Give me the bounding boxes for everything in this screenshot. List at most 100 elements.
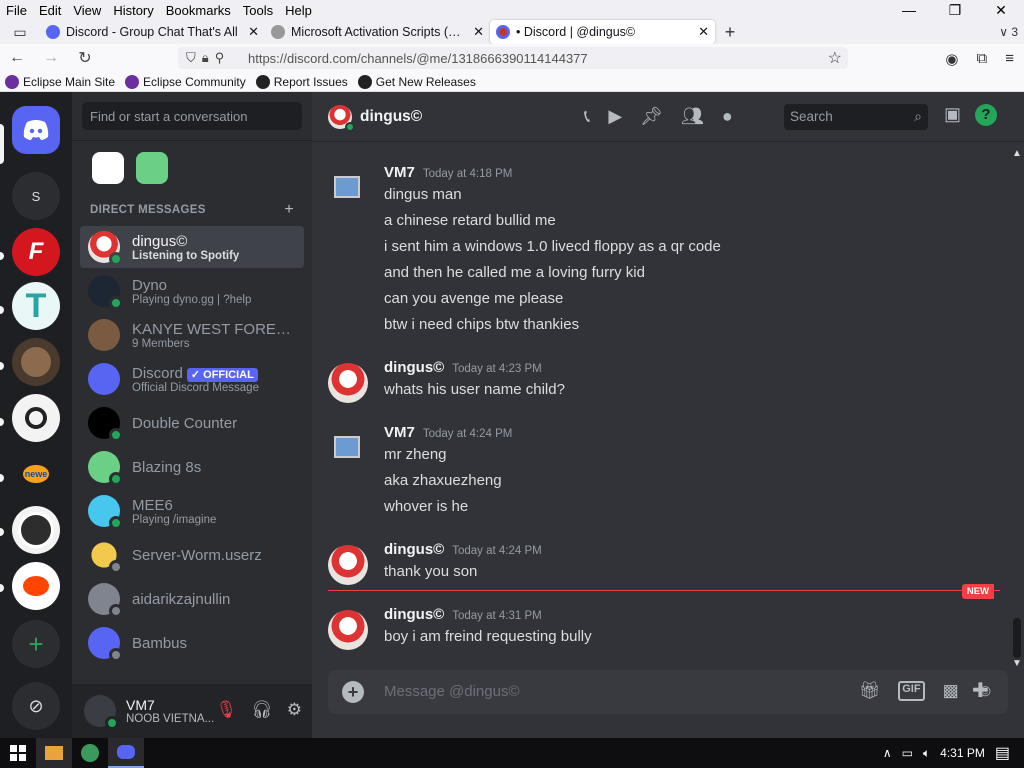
tab-discord-group-chat[interactable]: Discord - Group Chat That's All ✕ [40,20,265,44]
sticker-icon[interactable]: ▩ [943,681,959,701]
add-friends-icon[interactable]: 👥︎ [681,106,704,127]
inbox-icon[interactable]: ▣ [944,104,961,126]
dm-item-blazing-8s[interactable]: Blazing 8s [80,446,304,488]
search-input[interactable]: Search ⌕ [784,104,928,130]
menu-tools[interactable]: Tools [237,3,279,18]
server-red-logo-icon[interactable]: F [12,228,60,276]
user-avatar[interactable] [84,695,119,730]
avatar [88,451,123,486]
url-bar[interactable]: ⛉ 🔒︎ ⚲ https://discord.com/channels/@me/… [178,47,848,69]
discord-taskbar-icon[interactable] [108,738,144,768]
bookmark-get-releases[interactable]: Get New Releases [353,74,481,89]
attach-plus-icon[interactable]: + [342,681,364,703]
mute-microphone-icon[interactable]: 🎙︎ [216,700,238,720]
avatar [88,231,123,266]
back-icon[interactable]: ← [0,49,34,67]
discord-home-icon[interactable] [12,106,60,154]
server-reddit-icon[interactable] [12,562,60,610]
avatar [88,583,123,618]
volume-muted-icon[interactable]: 🔈︎ [923,746,930,761]
menu-bookmarks[interactable]: Bookmarks [160,3,237,18]
dm-item-kanye-group[interactable]: KANYE WEST FOREVER 9 Members [80,314,304,356]
blazing-8s-icon[interactable] [136,152,168,184]
avatar[interactable] [328,610,368,650]
new-tab-icon[interactable]: + [715,22,745,43]
add-server-icon[interactable]: + [12,620,60,668]
extensions-icon[interactable]: ⧉ [977,50,988,68]
hamburger-menu-icon[interactable]: ≡ [1005,50,1014,68]
server-s-icon[interactable]: S [12,172,60,220]
dm-item-mee6[interactable]: MEE6 Playing /imagine [80,490,304,532]
discover-compass-icon[interactable]: ⊘ [12,682,60,730]
dm-item-bambus[interactable]: Bambus [80,622,304,664]
gift-icon[interactable]: 🎁︎ [859,681,881,701]
dm-item-discord-official[interactable]: Discord ✓ OFFICIAL Official Discord Messa… [80,358,304,400]
scroll-down-icon[interactable]: ▼ [1012,658,1022,669]
scrollbar-thumb[interactable] [1013,618,1021,658]
file-explorer-icon[interactable] [36,738,72,768]
permissions-icon[interactable]: ⚲ [215,50,225,66]
create-dm-icon[interactable]: + [284,201,294,219]
lock-icon[interactable]: 🔒︎ [202,50,209,66]
server-obs-icon[interactable] [12,506,60,554]
menu-view[interactable]: View [67,3,107,18]
server-dog-icon[interactable] [12,338,60,386]
server-newegg-icon[interactable]: newe [12,450,60,498]
avatar[interactable] [328,545,368,585]
bookmark-report-issues[interactable]: Report Issues [251,74,353,89]
user-profile-icon[interactable]: ● [722,106,733,127]
headphones-icon[interactable]: 🎧︎ [251,700,273,720]
message-text: boy i am freind requesting bully [384,628,592,645]
dm-item-double-counter[interactable]: Double Counter [80,402,304,444]
dm-item-server-worm[interactable]: Server-Worm.userz [80,534,304,576]
bookmark-eclipse-community[interactable]: Eclipse Community [120,74,251,89]
close-window-icon[interactable]: ✕ [978,0,1024,20]
browser-taskbar-icon[interactable] [72,738,108,768]
minimize-icon[interactable]: — [886,0,932,20]
tray-chevron-icon[interactable]: ∧ [883,746,892,760]
dm-item-dingus[interactable]: dingus© Listening to Spotify [80,226,304,268]
avatar[interactable] [328,363,368,403]
reload-icon[interactable]: ↻ [68,48,102,68]
windows-start-icon[interactable] [0,738,36,768]
scroll-up-icon[interactable]: ▲ [1012,148,1022,159]
close-tab-icon[interactable]: ✕ [473,24,484,40]
message-input[interactable]: Message @dingus© [384,683,520,700]
menu-edit[interactable]: Edit [33,3,67,18]
menu-history[interactable]: History [107,3,159,18]
notifications-icon[interactable]: ▤ [995,743,1010,763]
voice-call-icon[interactable]: 📞︎ [584,106,590,127]
shield-icon[interactable]: ⛉ [186,50,196,66]
forward-icon[interactable]: → [34,49,68,67]
help-icon[interactable]: ? [975,104,998,126]
menu-file[interactable]: File [0,3,33,18]
bookmark-star-icon[interactable]: ☆ [828,48,842,68]
bookmark-eclipse-main[interactable]: Eclipse Main Site [0,74,120,89]
apps-icon[interactable]: ✚ [972,678,989,703]
tab-overflow[interactable]: ∨ 3 [999,25,1018,39]
close-tab-icon[interactable]: ✕ [248,24,259,40]
app-launcher-icon[interactable] [92,152,124,184]
tab-list-icon[interactable]: ▭ [0,24,40,41]
account-icon[interactable]: ◉ [945,50,958,68]
maximize-icon[interactable]: ❐ [932,0,978,20]
server-panda-icon[interactable] [12,394,60,442]
url-text: https://discord.com/channels/@me/1318666… [248,50,588,66]
clock[interactable]: 4:31 PM [940,746,985,760]
server-t-icon[interactable]: T [12,282,60,330]
tab-microsoft-activation[interactable]: Microsoft Activation Scripts (MAS) ✕ [265,20,490,44]
find-conversation-input[interactable]: Find or start a conversation [82,102,302,130]
dm-item-aidarikzajnullin[interactable]: aidarikzajnullin [80,578,304,620]
pinned-messages-icon[interactable]: 📌︎ [640,106,663,127]
menu-help[interactable]: Help [279,3,318,18]
scrollbar[interactable]: ▲ ▼ [1012,148,1022,669]
settings-gear-icon[interactable]: ⚙ [287,700,302,720]
avatar[interactable] [328,168,368,208]
gif-icon[interactable]: GIF [898,681,925,701]
network-icon[interactable]: ▭ [902,746,913,760]
avatar[interactable] [328,428,368,468]
dm-item-dyno[interactable]: Dyno Playing dyno.gg | ?help [80,270,304,312]
close-tab-icon[interactable]: ✕ [698,24,709,40]
video-call-icon[interactable]: ▶ [608,106,622,127]
tab-discord-dingus[interactable]: • Discord | @dingus© ✕ [490,20,715,44]
